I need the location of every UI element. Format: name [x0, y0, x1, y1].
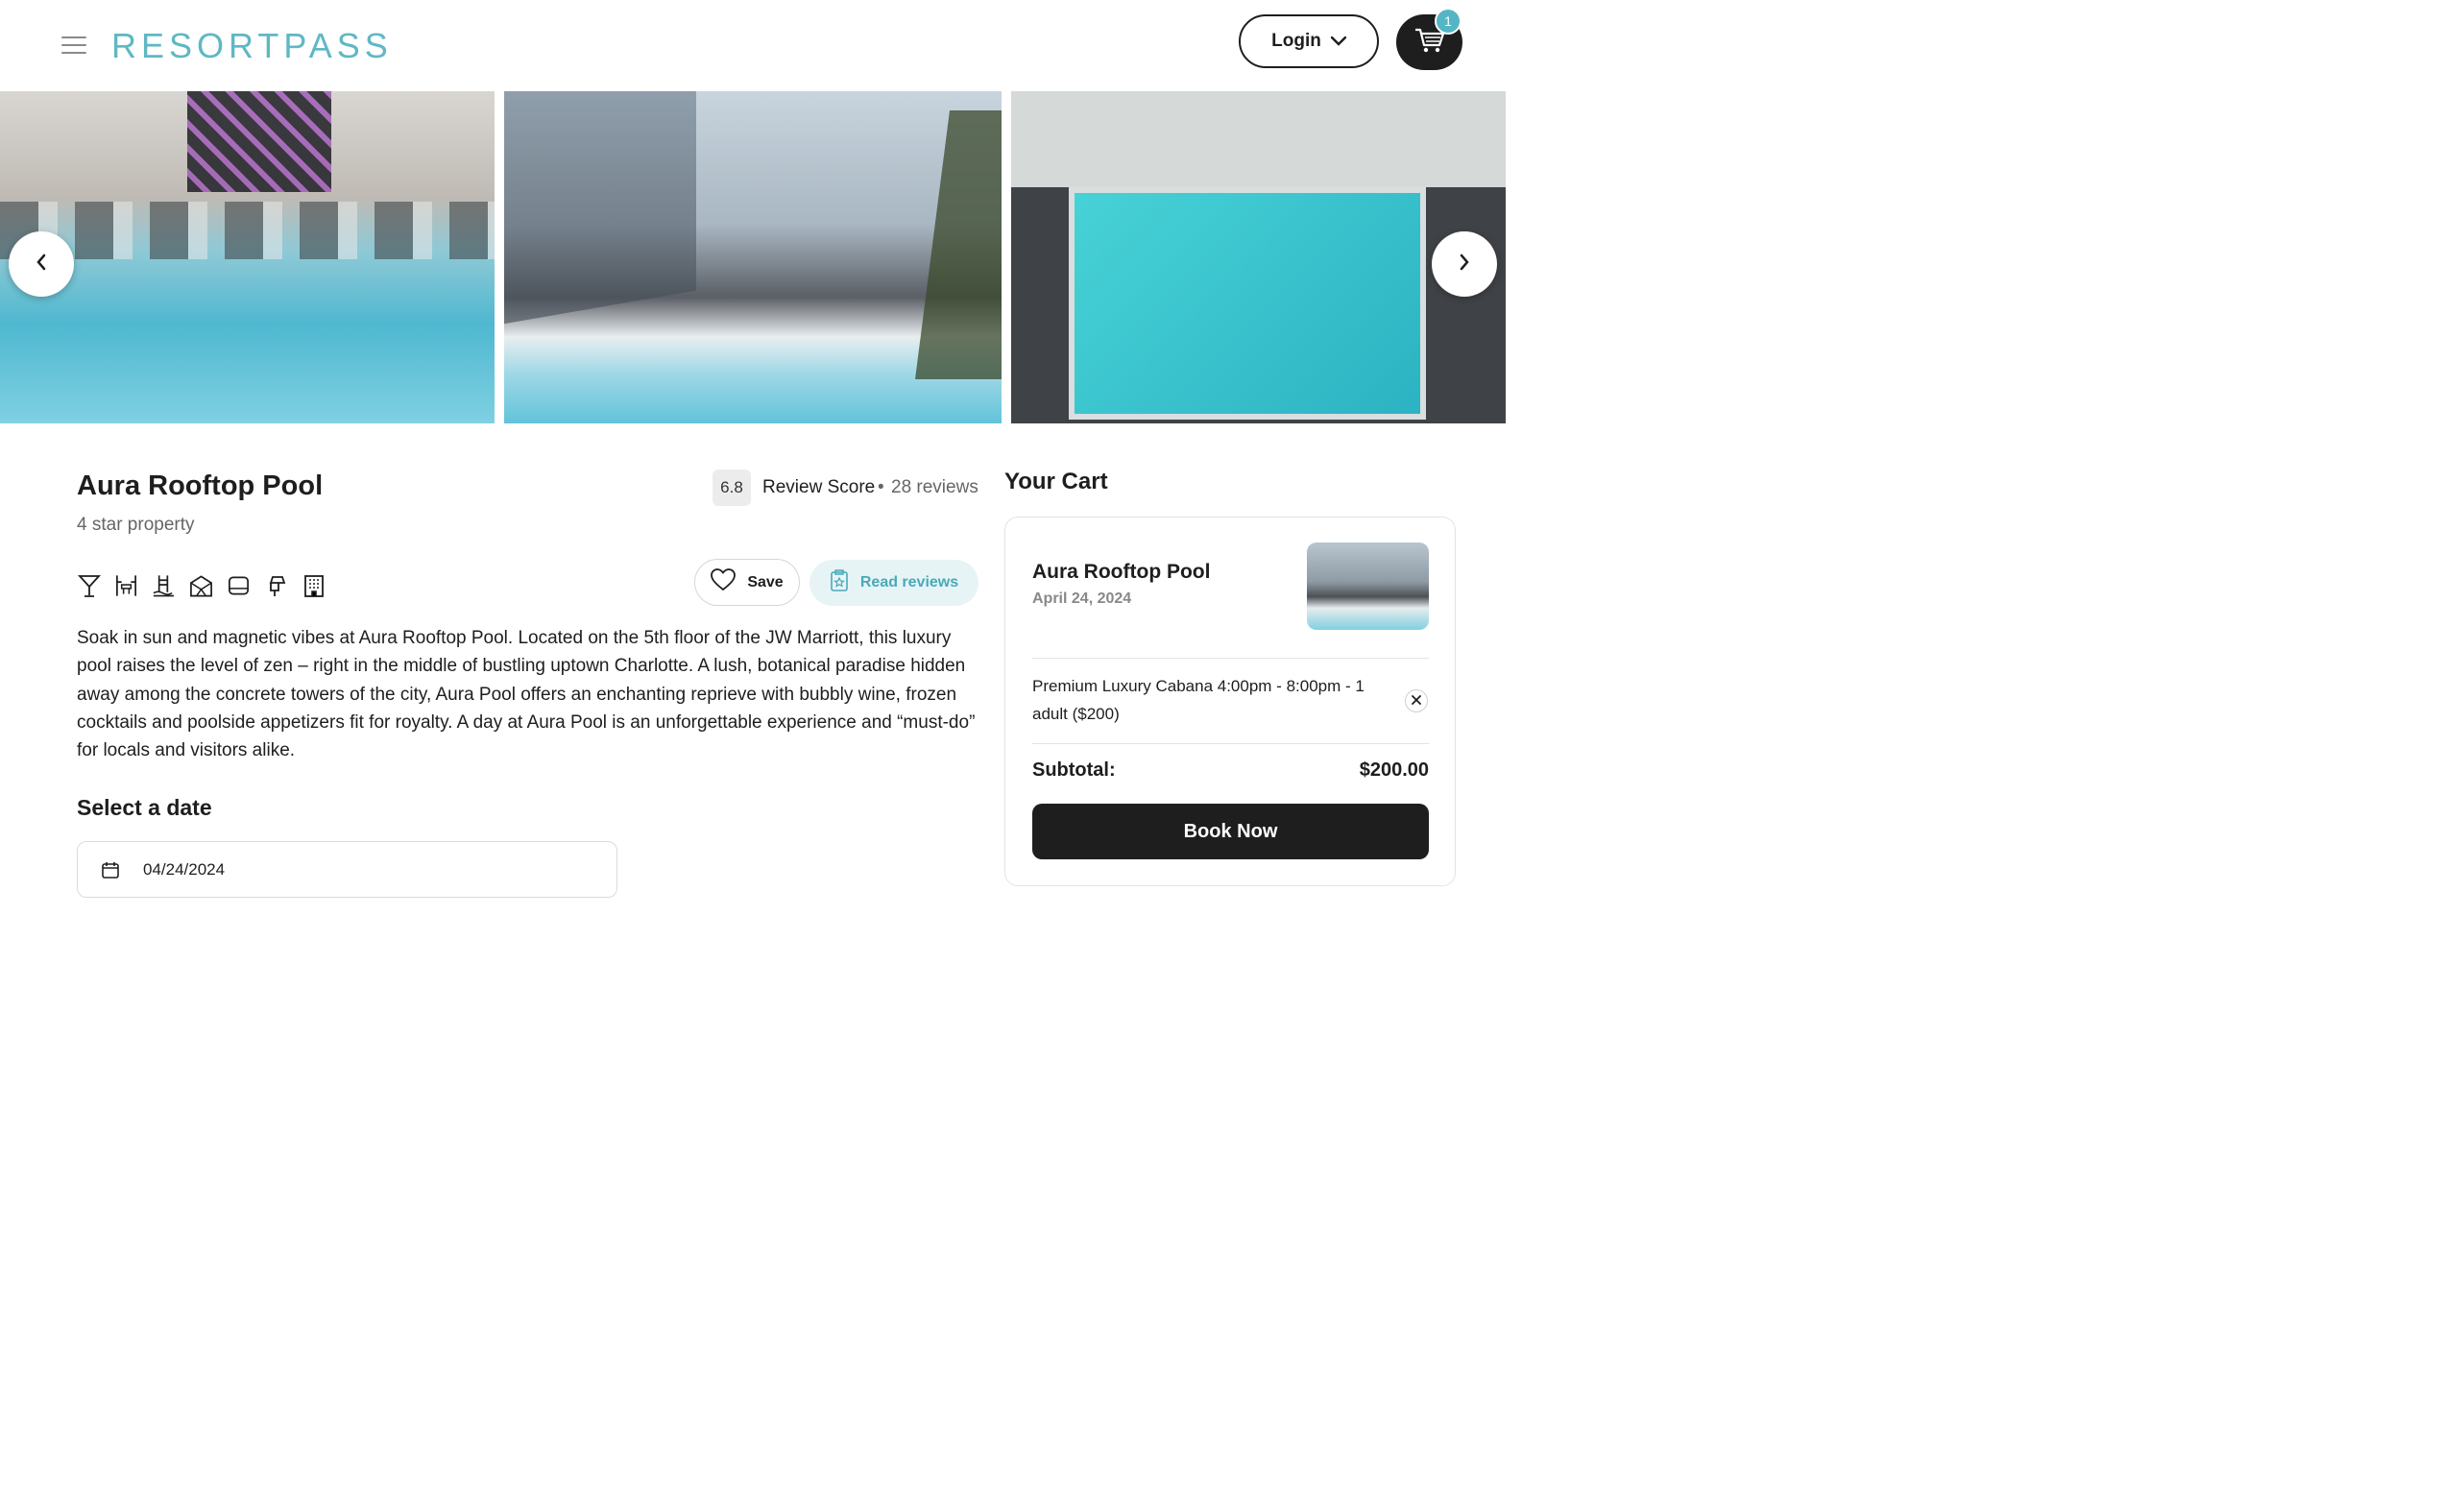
save-button[interactable]: Save [694, 559, 800, 606]
review-score-label: Review Score [762, 477, 876, 497]
page-title: Aura Rooftop Pool [77, 470, 324, 501]
divider [1032, 658, 1429, 659]
date-value: 04/24/2024 [143, 859, 226, 879]
lounger-icon[interactable] [227, 573, 251, 598]
divider [1032, 743, 1429, 744]
cart-count-badge: 1 [1435, 8, 1461, 35]
calendar-icon [101, 860, 120, 880]
cart-line-item: Premium Luxury Cabana 4:00pm - 8:00pm - … [1032, 677, 1365, 723]
resortpass-logo[interactable]: RESORTPASS [111, 26, 393, 66]
cabana-icon[interactable] [189, 573, 213, 598]
menu-icon[interactable] [61, 36, 86, 56]
date-input[interactable]: 04/24/2024 [77, 841, 617, 898]
chevron-right-icon [1459, 253, 1470, 276]
read-reviews-label: Read reviews [859, 574, 959, 590]
close-icon [1412, 692, 1421, 710]
gallery-photo-1[interactable] [0, 91, 495, 423]
subtotal-label: Subtotal: [1032, 759, 1116, 781]
separator-dot: • [878, 477, 884, 497]
amenity-icons [77, 573, 326, 598]
read-reviews-button[interactable]: Read reviews [809, 560, 978, 606]
book-now-button[interactable]: Book Now [1032, 804, 1429, 859]
review-score-badge: 6.8 [713, 470, 751, 506]
cart-item-date: April 24, 2024 [1032, 590, 1132, 607]
gallery-photo-2[interactable] [504, 91, 1002, 423]
chevron-left-icon [36, 253, 47, 276]
top-header: RESORTPASS Login 1 [0, 0, 1506, 91]
review-badge-icon [830, 568, 849, 597]
remove-item-button[interactable] [1405, 689, 1428, 712]
pool-ladder-icon[interactable] [152, 573, 176, 598]
select-date-heading: Select a date [77, 795, 212, 820]
chevron-down-icon [1330, 31, 1347, 52]
spa-icon[interactable] [264, 573, 288, 598]
photo-gallery [0, 91, 1506, 423]
gallery-prev-button[interactable] [9, 231, 74, 297]
login-button[interactable]: Login [1239, 14, 1379, 68]
subtotal-value: $200.00 [1359, 759, 1429, 781]
listing-description: Soak in sun and magnetic vibes at Aura R… [77, 628, 976, 761]
building-icon[interactable] [302, 573, 326, 598]
cart-heading: Your Cart [1004, 469, 1108, 494]
heart-icon [711, 568, 737, 596]
cart-item-thumbnail [1307, 542, 1429, 630]
cocktail-icon[interactable] [77, 573, 101, 598]
cart-item-title: Aura Rooftop Pool [1032, 561, 1211, 583]
save-label: Save [747, 573, 784, 590]
gallery-next-button[interactable] [1432, 231, 1497, 297]
login-label: Login [1271, 31, 1321, 51]
property-rating-text: 4 star property [77, 515, 195, 535]
dining-icon[interactable] [114, 573, 138, 598]
review-count-link[interactable]: 28 reviews [891, 477, 978, 498]
